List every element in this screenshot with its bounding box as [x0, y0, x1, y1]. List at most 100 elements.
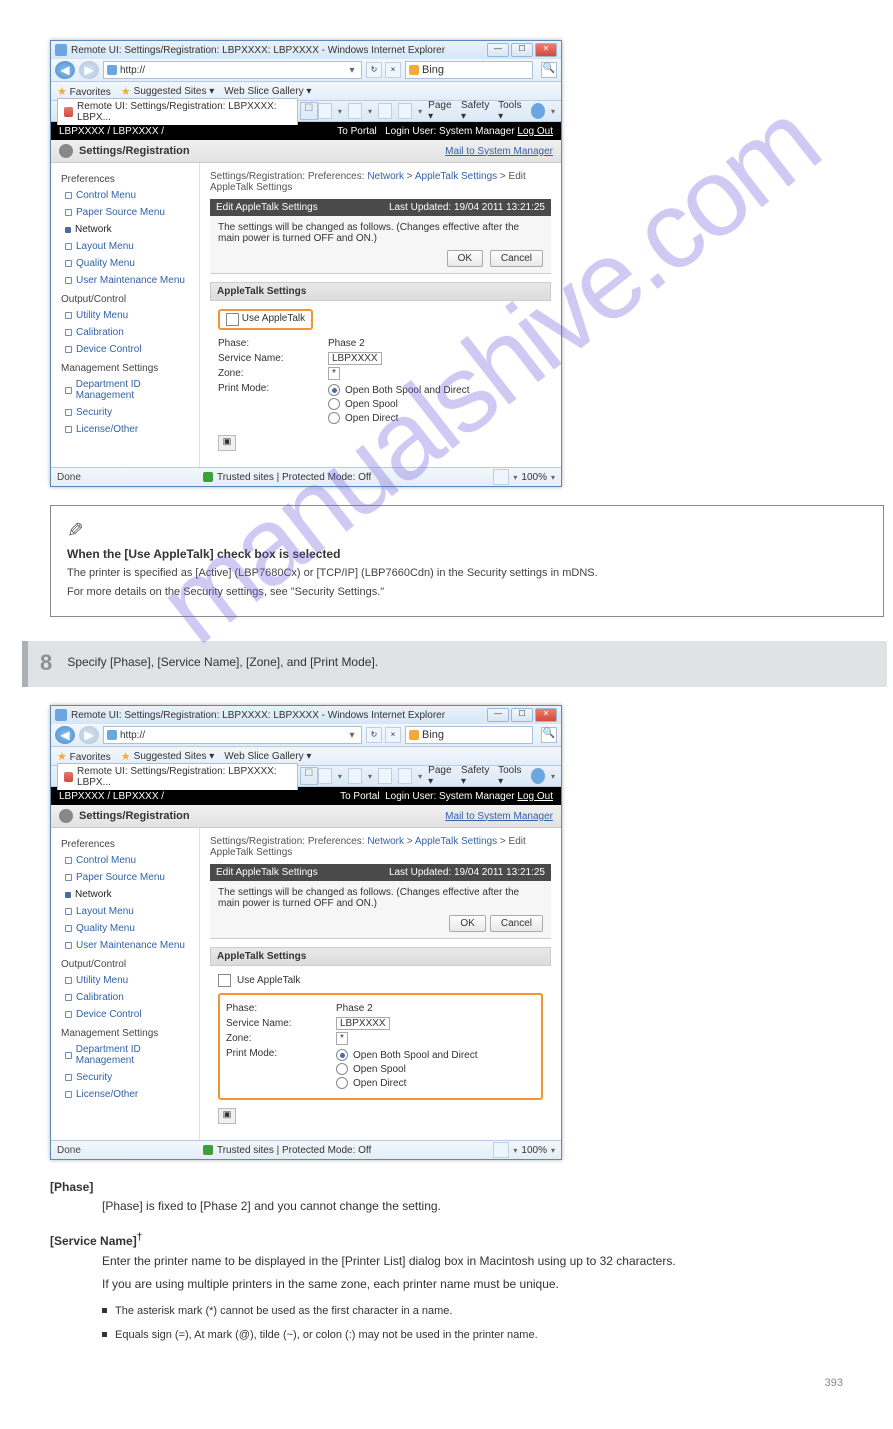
mail-button[interactable]: [378, 103, 392, 119]
logout-link[interactable]: Log Out: [517, 126, 553, 137]
zone-input[interactable]: *: [328, 367, 340, 380]
print-mode-radio-1[interactable]: [336, 1049, 348, 1061]
feeds-button[interactable]: [348, 103, 362, 119]
collapse-button[interactable]: ▣: [218, 1108, 236, 1124]
step-text: Specify [Phase], [Service Name], [Zone],…: [67, 655, 378, 669]
note-title: When the [Use AppleTalk] check box is se…: [67, 547, 867, 561]
status-bar: Done Trusted sites | Protected Mode: Off…: [51, 467, 561, 486]
print-mode-radio-2[interactable]: [328, 398, 340, 410]
login-label: Login User:: [385, 126, 436, 137]
maximize-button[interactable]: ☐: [511, 43, 533, 57]
use-appletalk-checkbox[interactable]: [226, 313, 239, 326]
service-name-heading: [Service Name]†: [50, 1230, 840, 1251]
zoom-icon[interactable]: [493, 469, 509, 485]
address-dropdown-icon[interactable]: ▾: [346, 65, 358, 76]
ie-window-1: Remote UI: Settings/Registration: LBPXXX…: [50, 40, 562, 487]
breadcrumb: Settings/Registration: Preferences: Netw…: [210, 171, 551, 193]
ie-window-2: Remote UI: Settings/Registration: LBPXXX…: [50, 705, 562, 1160]
stop-button[interactable]: ×: [385, 727, 401, 743]
sidebar-item[interactable]: Layout Menu: [57, 238, 199, 255]
sidebar-item[interactable]: Utility Menu: [57, 307, 199, 324]
print-mode-radio-1[interactable]: [328, 384, 340, 396]
section-band: Edit AppleTalk Settings Last Updated: 19…: [210, 199, 551, 216]
sidebar-item[interactable]: Control Menu: [57, 187, 199, 204]
forward-button[interactable]: ▶: [79, 61, 99, 79]
search-box[interactable]: Bing: [405, 726, 533, 744]
sidebar-item[interactable]: Quality Menu: [57, 255, 199, 272]
home-button[interactable]: [318, 103, 332, 119]
print-mode-label: Print Mode:: [218, 383, 328, 425]
sidebar-item[interactable]: Calibration: [57, 324, 199, 341]
crumb-link[interactable]: AppleTalk Settings: [415, 171, 497, 182]
close-button[interactable]: ✕: [535, 43, 557, 57]
refresh-button[interactable]: ↻: [366, 62, 382, 78]
ok-button[interactable]: OK: [449, 915, 485, 932]
step-bar: 8 Specify [Phase], [Service Name], [Zone…: [22, 641, 887, 687]
sidebar-item-network[interactable]: Network: [57, 221, 199, 238]
suggested-icon: ★: [121, 85, 131, 98]
sidebar-item[interactable]: Department ID Management: [57, 376, 199, 404]
sidebar-group: Preferences: [57, 169, 199, 187]
forward-button[interactable]: ▶: [79, 726, 99, 744]
phase-value: Phase 2: [328, 338, 543, 349]
service-name-label: Service Name:: [218, 353, 328, 364]
sidebar: Preferences Control Menu Paper Source Me…: [51, 163, 200, 467]
print-mode-radio-3[interactable]: [336, 1077, 348, 1089]
tab-favicon: [64, 107, 73, 117]
use-appletalk-checkbox[interactable]: [218, 974, 231, 987]
close-button[interactable]: ✕: [535, 708, 557, 722]
address-bar[interactable]: http:// ▾: [103, 61, 362, 79]
cancel-button[interactable]: Cancel: [490, 915, 543, 932]
search-box[interactable]: Bing: [405, 61, 533, 79]
minimize-button[interactable]: —: [487, 708, 509, 722]
web-slice[interactable]: Web Slice Gallery ▾: [224, 86, 311, 97]
sidebar-item[interactable]: User Maintenance Menu: [57, 272, 199, 289]
service-name-input[interactable]: LBPXXXX: [336, 1017, 390, 1030]
dagger-icon: †: [137, 1232, 143, 1243]
safety-menu[interactable]: Safety ▾: [461, 100, 492, 122]
sidebar-item[interactable]: Paper Source Menu: [57, 204, 199, 221]
ok-button[interactable]: OK: [447, 250, 483, 267]
portal-link[interactable]: To Portal: [337, 126, 376, 137]
note-icon: ✎: [67, 518, 84, 543]
minimize-button[interactable]: —: [487, 43, 509, 57]
new-tab-button[interactable]: ☐: [300, 102, 318, 120]
refresh-button[interactable]: ↻: [366, 727, 382, 743]
mail-link[interactable]: Mail to System Manager: [445, 146, 553, 157]
tools-menu[interactable]: Tools ▾: [498, 100, 525, 122]
sidebar-item[interactable]: Device Control: [57, 341, 199, 358]
zone-input[interactable]: *: [336, 1032, 348, 1045]
device-bar: LBPXXXX / LBPXXXX / To Portal Login User…: [51, 122, 561, 140]
back-button[interactable]: ◀: [55, 726, 75, 744]
new-tab-button[interactable]: ☐: [300, 767, 318, 785]
search-button[interactable]: 🔍: [541, 62, 557, 78]
phase-heading: [Phase]: [50, 1178, 840, 1197]
gear-icon: [59, 144, 73, 158]
cancel-button[interactable]: Cancel: [490, 250, 543, 267]
bullet-icon: [102, 1308, 107, 1313]
page-number: 393: [50, 1377, 873, 1389]
print-mode-radio-2[interactable]: [336, 1063, 348, 1075]
address-bar[interactable]: http://▾: [103, 726, 362, 744]
print-mode-radio-3[interactable]: [328, 412, 340, 424]
sidebar-item[interactable]: Security: [57, 404, 199, 421]
help-button[interactable]: [531, 103, 545, 119]
win-title: Remote UI: Settings/Registration: LBPXXX…: [71, 45, 445, 56]
maximize-button[interactable]: ☐: [511, 708, 533, 722]
suggested-sites[interactable]: Suggested Sites ▾: [134, 86, 215, 97]
search-button[interactable]: 🔍: [541, 727, 557, 743]
sr-title: Settings/Registration: [79, 145, 190, 157]
active-tab[interactable]: Remote UI: Settings/Registration: LBPXXX…: [57, 98, 298, 125]
active-tab[interactable]: Remote UI: Settings/Registration: LBPXXX…: [57, 763, 298, 790]
sr-header: Settings/Registration Mail to System Man…: [51, 140, 561, 163]
back-button[interactable]: ◀: [55, 61, 75, 79]
print-button[interactable]: [398, 103, 412, 119]
favorites-label[interactable]: Favorites: [70, 87, 111, 98]
bing-icon: [409, 65, 419, 75]
crumb-link[interactable]: Network: [367, 171, 404, 182]
page-menu[interactable]: Page ▾: [428, 100, 455, 122]
sidebar-item[interactable]: License/Other: [57, 421, 199, 438]
stop-button[interactable]: ×: [385, 62, 401, 78]
collapse-button[interactable]: ▣: [218, 435, 236, 451]
service-name-input[interactable]: LBPXXXX: [328, 352, 382, 365]
